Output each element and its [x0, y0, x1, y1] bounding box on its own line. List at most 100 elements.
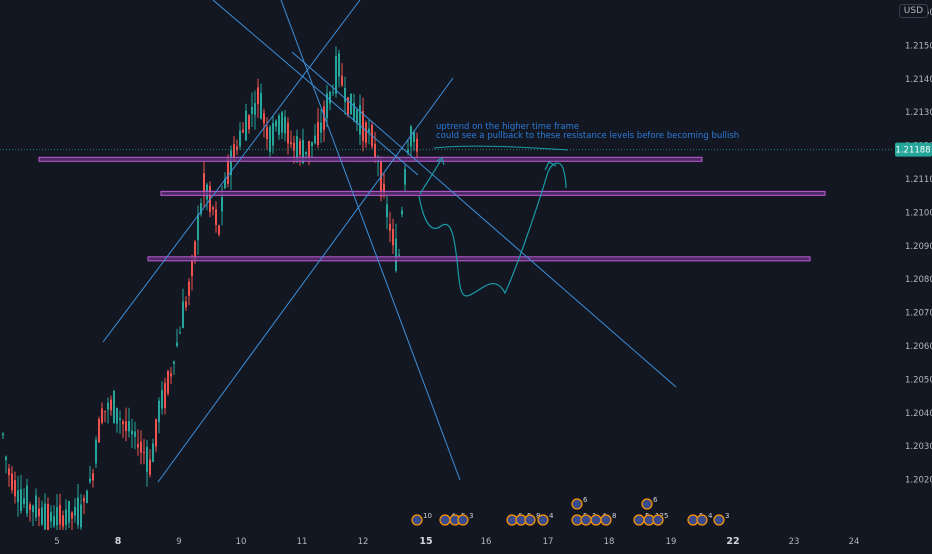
candle-body[interactable]: [158, 400, 160, 423]
candle-body[interactable]: [182, 301, 184, 328]
candle-body[interactable]: [401, 210, 403, 215]
candle-body[interactable]: [173, 361, 175, 364]
candle-body[interactable]: [341, 75, 343, 86]
event-marker[interactable]: 3: [713, 512, 729, 526]
candle-body[interactable]: [251, 106, 253, 114]
candle-body[interactable]: [212, 207, 214, 210]
candle-body[interactable]: [386, 204, 388, 218]
candle-body[interactable]: [143, 452, 145, 454]
candle-body[interactable]: [68, 501, 70, 523]
trendline[interactable]: [102, 0, 361, 343]
projection-path[interactable]: [418, 171, 549, 297]
candle-body[interactable]: [86, 490, 88, 503]
trendline[interactable]: [157, 77, 454, 483]
candle-body[interactable]: [35, 495, 37, 518]
candle-body[interactable]: [53, 516, 55, 527]
candle-body[interactable]: [146, 446, 148, 472]
candle-body[interactable]: [170, 373, 172, 377]
candle-body[interactable]: [23, 498, 25, 505]
candle-body[interactable]: [119, 418, 121, 420]
candle-body[interactable]: [8, 468, 10, 476]
candle-body[interactable]: [344, 87, 346, 102]
candle-body[interactable]: [338, 53, 340, 77]
candle-body[interactable]: [155, 419, 157, 447]
candle-body[interactable]: [248, 115, 250, 130]
candle-body[interactable]: [164, 382, 166, 409]
candle-body[interactable]: [335, 55, 337, 94]
resistance-zone[interactable]: [38, 156, 703, 162]
candle-body[interactable]: [62, 515, 64, 527]
candle-body[interactable]: [362, 110, 364, 142]
candle-body[interactable]: [152, 443, 154, 462]
event-marker[interactable]: 10: [411, 512, 432, 526]
candle-body[interactable]: [197, 214, 199, 241]
candle-body[interactable]: [398, 254, 400, 256]
candle-body[interactable]: [167, 370, 169, 394]
candle-body[interactable]: [176, 342, 178, 346]
candle-body[interactable]: [98, 419, 100, 443]
resistance-zone[interactable]: [160, 190, 826, 196]
candle-body[interactable]: [140, 441, 142, 453]
currency-label[interactable]: USD: [898, 4, 928, 18]
candle-body[interactable]: [89, 478, 91, 482]
candle-body[interactable]: [188, 281, 190, 296]
candle-body[interactable]: [134, 431, 136, 437]
candle-body[interactable]: [116, 407, 118, 424]
candle-body[interactable]: [287, 122, 289, 144]
candle-body[interactable]: [260, 92, 262, 119]
candle-body[interactable]: [107, 402, 109, 410]
candle-body[interactable]: [38, 508, 40, 517]
candle-body[interactable]: [242, 129, 244, 133]
candle-body[interactable]: [356, 109, 358, 124]
candle-body[interactable]: [20, 489, 22, 512]
candle-body[interactable]: [272, 122, 274, 146]
candle-body[interactable]: [149, 459, 151, 475]
candle-body[interactable]: [71, 512, 73, 519]
candle-body[interactable]: [218, 225, 220, 235]
candle-body[interactable]: [215, 209, 217, 225]
candle-body[interactable]: [179, 332, 181, 334]
candle-body[interactable]: [263, 113, 265, 124]
candle-body[interactable]: [59, 504, 61, 525]
candle-body[interactable]: [359, 105, 361, 135]
candle-body[interactable]: [92, 473, 94, 481]
projection-path[interactable]: [547, 162, 567, 189]
candle-body[interactable]: [80, 504, 82, 528]
candle-body[interactable]: [161, 390, 163, 409]
candle-body[interactable]: [266, 127, 268, 140]
resistance-zone[interactable]: [147, 256, 811, 262]
candle-body[interactable]: [131, 430, 133, 435]
candle-body[interactable]: [221, 197, 223, 212]
trendline[interactable]: [212, 0, 419, 176]
candle-body[interactable]: [365, 122, 367, 143]
candle-body[interactable]: [278, 115, 280, 135]
candle-body[interactable]: [299, 141, 301, 155]
candle-body[interactable]: [257, 87, 259, 105]
event-marker[interactable]: 6: [571, 496, 588, 510]
candle-body[interactable]: [11, 473, 13, 490]
candle-body[interactable]: [44, 503, 46, 530]
candle-body[interactable]: [275, 120, 277, 127]
candle-body[interactable]: [74, 506, 76, 516]
candle-body[interactable]: [329, 92, 331, 104]
candle-body[interactable]: [128, 421, 130, 432]
chart-area[interactable]: 1.21601.21501.21401.21301.21201.21101.21…: [0, 0, 932, 550]
candle-body[interactable]: [110, 399, 112, 411]
candle-body[interactable]: [17, 490, 19, 503]
candle-body[interactable]: [14, 480, 16, 497]
projection-path[interactable]: [419, 159, 442, 195]
candle-body[interactable]: [83, 498, 85, 502]
candle-body[interactable]: [245, 110, 247, 141]
candle-body[interactable]: [311, 141, 313, 147]
candle-body[interactable]: [320, 122, 322, 133]
candle-body[interactable]: [137, 443, 139, 448]
candle-body[interactable]: [65, 509, 67, 525]
candle-body[interactable]: [317, 121, 319, 145]
candle-body[interactable]: [191, 260, 193, 277]
candlestick-chart[interactable]: 1.21601.21501.21401.21301.21201.21101.21…: [0, 0, 932, 550]
candle-body[interactable]: [32, 505, 34, 513]
candle-body[interactable]: [41, 507, 43, 525]
candle-body[interactable]: [50, 512, 52, 522]
candle-body[interactable]: [29, 504, 31, 510]
candle-body[interactable]: [389, 223, 391, 232]
